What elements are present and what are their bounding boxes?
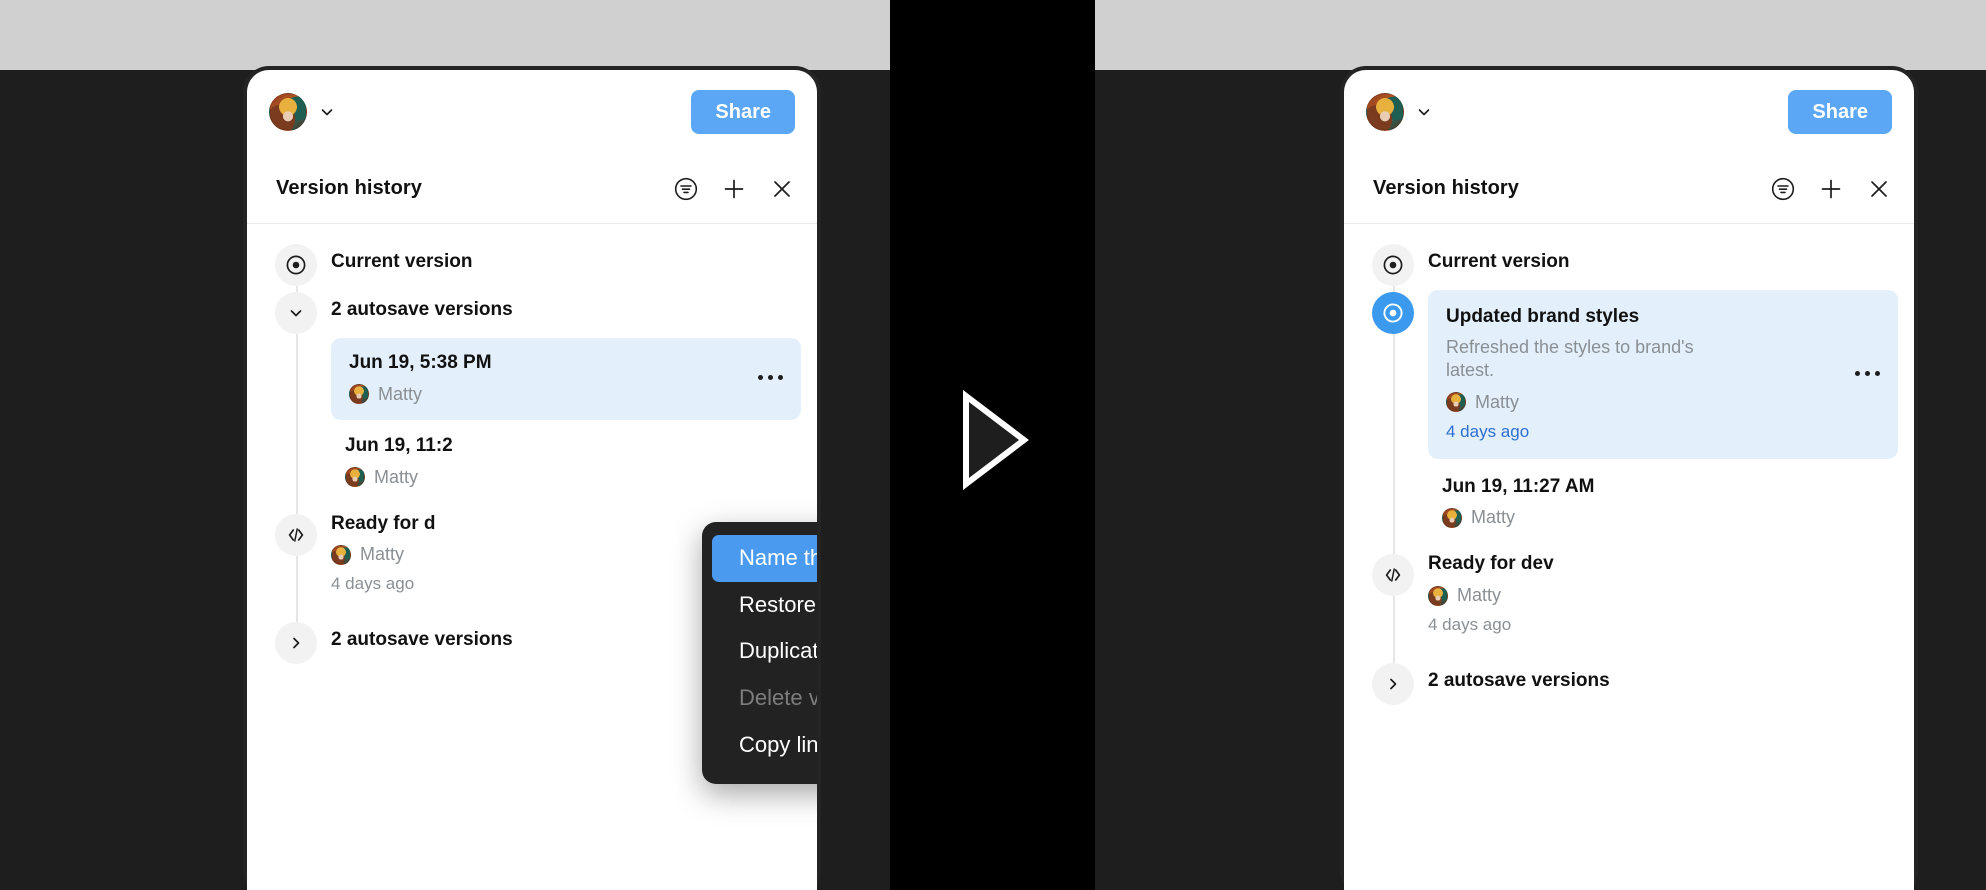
app-screen-right: Share Version history Current version Up… bbox=[1344, 70, 1914, 890]
card-text: Updated brand styles Refreshed the style… bbox=[1446, 305, 1711, 442]
filter-list-icon[interactable] bbox=[673, 176, 699, 202]
row-author-name: Matty bbox=[1457, 585, 1502, 606]
play-triangle-icon[interactable] bbox=[960, 390, 1030, 490]
chevron-down-icon[interactable] bbox=[1416, 104, 1432, 120]
row-body: Current version bbox=[1414, 242, 1898, 274]
row-author: Matty bbox=[1446, 392, 1711, 413]
plus-icon[interactable] bbox=[1818, 176, 1844, 202]
share-button[interactable]: Share bbox=[1788, 90, 1892, 134]
screenshot-stage: Share Version history Current version 2 … bbox=[0, 0, 1986, 890]
row-body: Ready for dev Matty 4 days ago bbox=[1414, 552, 1898, 635]
row-author: Matty bbox=[1442, 507, 1898, 528]
row-label: 2 autosave versions bbox=[331, 299, 513, 320]
code-brackets-icon bbox=[1372, 554, 1414, 597]
row-timestamp[interactable]: 4 days ago bbox=[1446, 422, 1711, 442]
row-label: Jun 19, 11:2 bbox=[345, 434, 453, 456]
avatar bbox=[1446, 392, 1466, 413]
timeline-row-selected-version[interactable]: Jun 19, 5:38 PM Matty bbox=[275, 338, 801, 420]
row-body: 2 autosave versions bbox=[317, 290, 801, 322]
timeline-row-current-version[interactable]: Current version bbox=[1344, 242, 1914, 286]
timeline-node-empty bbox=[275, 436, 317, 478]
timeline-node-empty bbox=[1372, 477, 1414, 519]
row-label: Current version bbox=[331, 251, 473, 272]
account-switcher-right[interactable] bbox=[1366, 93, 1432, 131]
row-body: Jun 19, 11:2 Matty bbox=[317, 434, 801, 488]
row-timestamp: 4 days ago bbox=[1428, 615, 1512, 635]
row-label: Current version bbox=[1428, 251, 1570, 272]
share-button[interactable]: Share bbox=[691, 90, 795, 134]
device-frame-right: Share Version history Current version Up… bbox=[1340, 66, 1918, 890]
avatar bbox=[331, 544, 351, 565]
app-header-right: Share bbox=[1344, 70, 1914, 154]
chevron-right-icon[interactable] bbox=[275, 622, 317, 665]
row-label: Updated brand styles bbox=[1446, 306, 1640, 327]
row-label: Jun 19, 11:27 AM bbox=[1442, 475, 1595, 497]
more-options-icon[interactable] bbox=[749, 369, 783, 387]
more-options-icon[interactable] bbox=[1846, 364, 1880, 382]
row-body: Current version bbox=[317, 242, 801, 274]
row-author-name: Matty bbox=[1475, 391, 1520, 412]
device-frame-left: Share Version history Current version 2 … bbox=[243, 66, 821, 890]
page-title: Version history bbox=[1373, 177, 1519, 199]
avatar bbox=[349, 384, 369, 405]
user-avatar[interactable] bbox=[1366, 93, 1404, 131]
row-label: Ready for dev bbox=[1428, 553, 1554, 575]
page-title: Version history bbox=[276, 177, 422, 199]
avatar bbox=[1442, 507, 1462, 528]
version-timeline-right: Current version Updated brand styles Ref… bbox=[1344, 224, 1914, 706]
named-version-card[interactable]: Updated brand styles Refreshed the style… bbox=[1428, 290, 1898, 459]
app-screen-left: Share Version history Current version 2 … bbox=[247, 70, 817, 890]
row-label: Jun 19, 5:38 PM bbox=[349, 352, 492, 373]
timeline-row-named-version[interactable]: Updated brand styles Refreshed the style… bbox=[1372, 290, 1898, 459]
row-body: 2 autosave versions bbox=[1414, 661, 1898, 693]
panel-actions-left bbox=[673, 176, 795, 202]
version-context-menu[interactable]: Name this version Restore this version D… bbox=[702, 522, 817, 785]
timeline-row-ready-for-dev[interactable]: Ready for dev Matty 4 days ago bbox=[1344, 552, 1914, 635]
row-description: Refreshed the styles to brand's latest. bbox=[1446, 336, 1694, 381]
menu-item-restore-this-version[interactable]: Restore this version bbox=[712, 582, 817, 629]
plus-icon[interactable] bbox=[721, 176, 747, 202]
chevron-right-icon[interactable] bbox=[1372, 663, 1414, 706]
avatar bbox=[1428, 585, 1448, 606]
code-brackets-icon bbox=[275, 513, 317, 556]
timeline-row-version[interactable]: Jun 19, 11:2 Matty bbox=[247, 434, 817, 488]
filter-list-icon[interactable] bbox=[1770, 176, 1796, 202]
row-author-name: Matty bbox=[360, 544, 405, 565]
avatar bbox=[345, 467, 365, 487]
panel-actions-right bbox=[1770, 176, 1892, 202]
timeline-row-current-version[interactable]: Current version bbox=[247, 242, 817, 286]
version-history-header-left: Version history bbox=[247, 154, 817, 224]
timeline-node-empty bbox=[275, 340, 317, 382]
row-author-name: Matty bbox=[1471, 507, 1516, 528]
card-text: Jun 19, 5:38 PM Matty bbox=[349, 351, 492, 405]
menu-item-delete-version-info: Delete version info bbox=[739, 685, 817, 711]
row-body: Jun 19, 11:27 AM Matty bbox=[1414, 475, 1898, 529]
row-author: Matty bbox=[1428, 585, 1898, 606]
menu-item-name-this-version[interactable]: Name this version bbox=[712, 535, 817, 582]
chevron-down-icon[interactable] bbox=[275, 292, 317, 334]
close-icon[interactable] bbox=[769, 176, 795, 202]
menu-item-duplicate[interactable]: Duplicate bbox=[712, 628, 817, 675]
row-author: Matty bbox=[349, 384, 492, 405]
app-header-left: Share bbox=[247, 70, 817, 154]
row-author-name: Matty bbox=[378, 383, 423, 404]
row-label: 2 autosave versions bbox=[1428, 670, 1610, 692]
close-icon[interactable] bbox=[1866, 176, 1892, 202]
target-circle-active-icon bbox=[1372, 292, 1414, 334]
account-switcher-left[interactable] bbox=[269, 93, 335, 131]
timeline-row-autosave-group-collapsed[interactable]: 2 autosave versions bbox=[1344, 661, 1914, 706]
user-avatar[interactable] bbox=[269, 93, 307, 131]
target-circle-icon bbox=[1372, 244, 1414, 286]
version-history-header-right: Version history bbox=[1344, 154, 1914, 224]
row-author: Matty bbox=[345, 467, 801, 488]
timeline-row-autosave-group-expanded[interactable]: 2 autosave versions bbox=[247, 290, 817, 334]
timeline-row-version[interactable]: Jun 19, 11:27 AM Matty bbox=[1344, 475, 1914, 529]
selected-version-card[interactable]: Jun 19, 5:38 PM Matty bbox=[331, 338, 801, 420]
row-author-name: Matty bbox=[374, 466, 419, 487]
target-circle-icon bbox=[275, 244, 317, 286]
chevron-down-icon[interactable] bbox=[319, 104, 335, 120]
menu-item-copy-link[interactable]: Copy link bbox=[712, 722, 817, 769]
